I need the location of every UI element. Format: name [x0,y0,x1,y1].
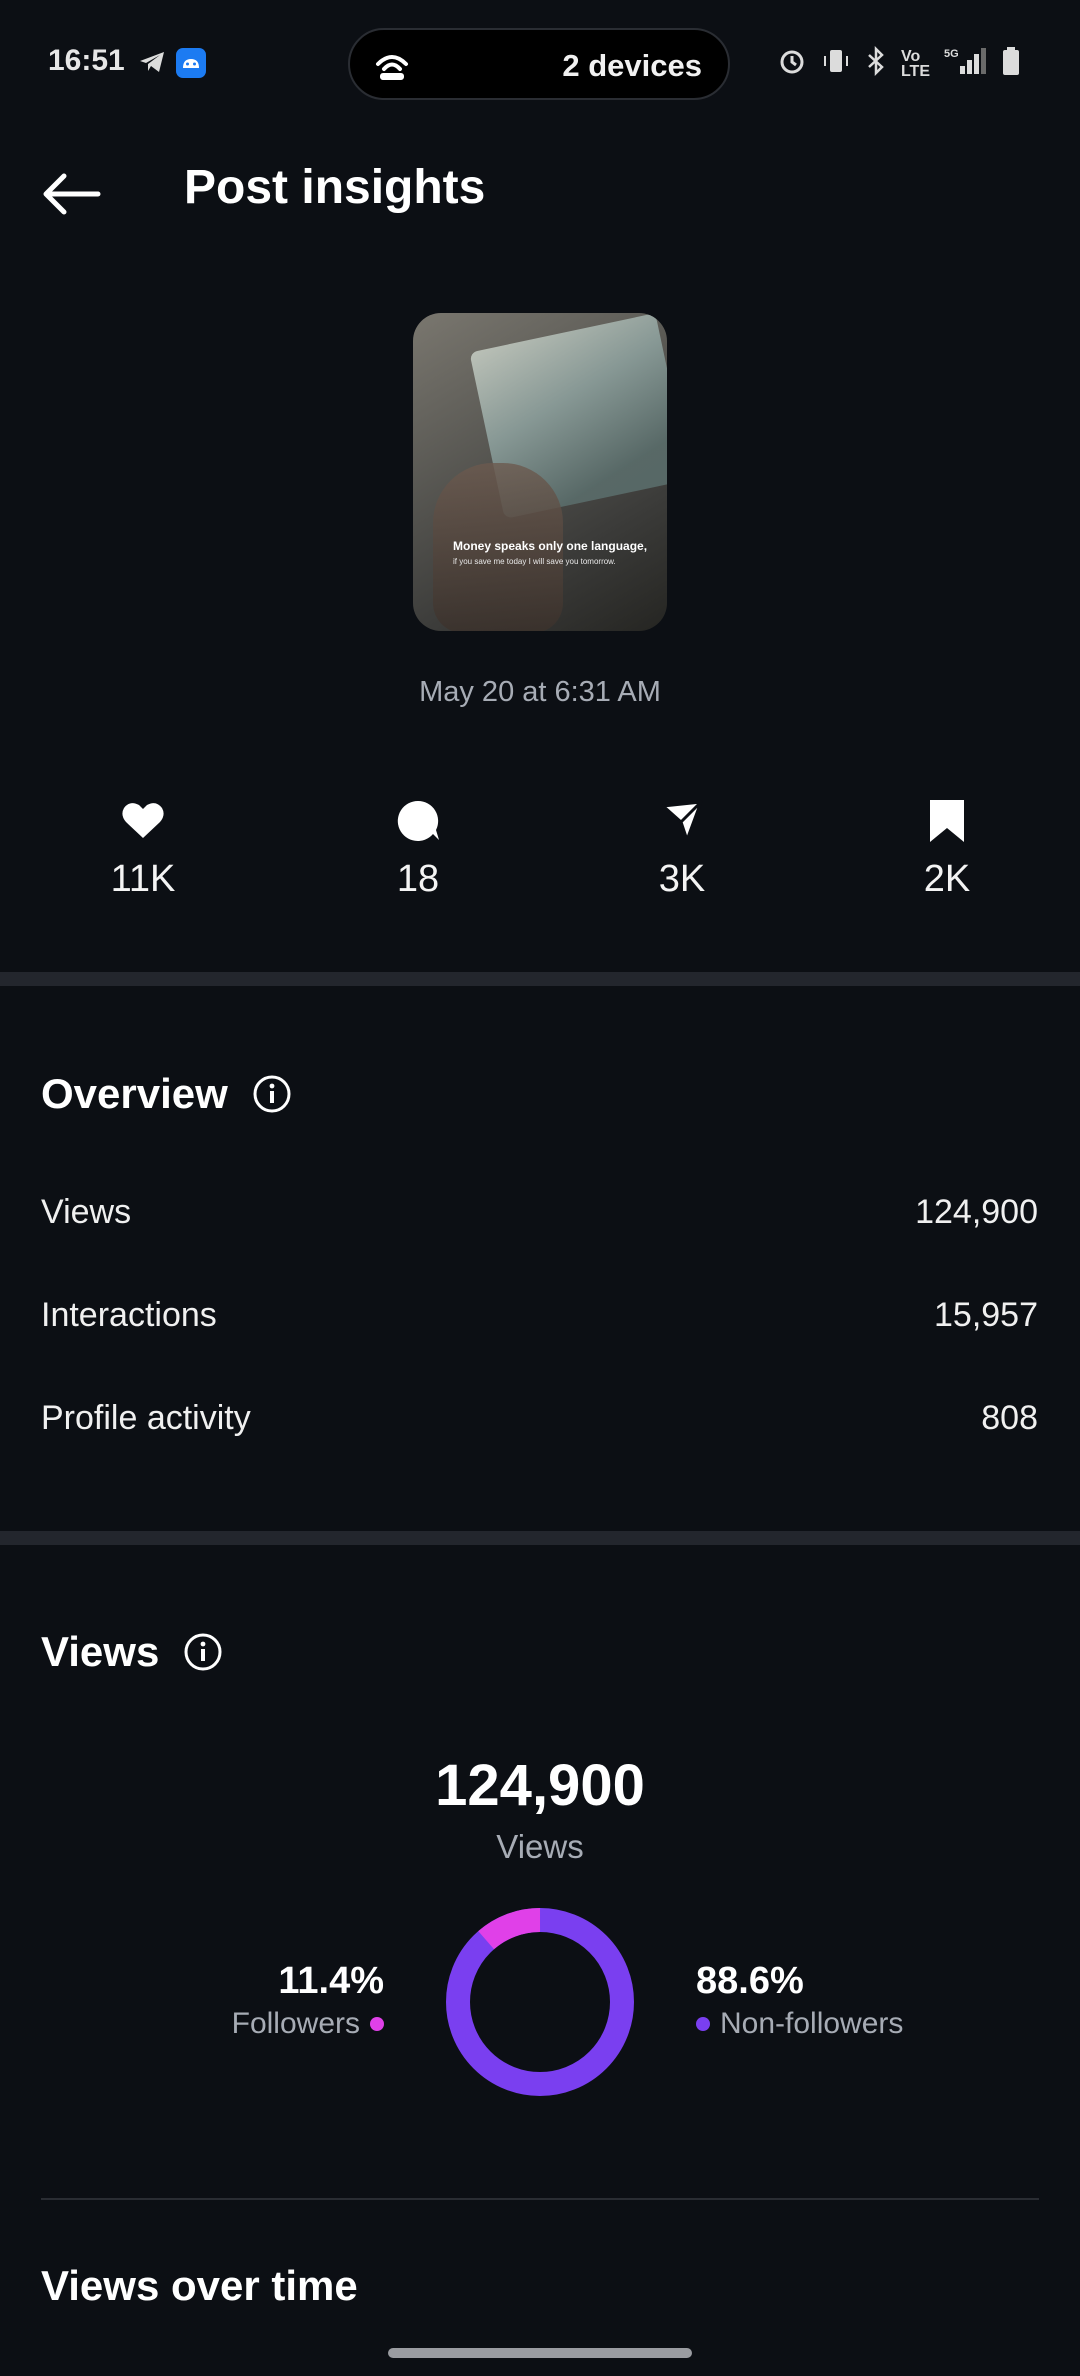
shares-stat: 3K [592,798,772,901]
overview-row-profile-activity-label: Profile activity [41,1399,251,1437]
heart-icon [120,798,166,844]
battery-icon [1002,46,1020,82]
page-title: Post insights [184,161,486,214]
overview-row-views-value: 124,900 [915,1193,1038,1231]
home-indicator[interactable] [388,2348,692,2358]
comment-icon [395,798,441,844]
likes-count: 11K [110,858,176,900]
post-thumbnail[interactable]: Money speaks only one language, if you s… [413,313,667,631]
info-icon[interactable] [183,1632,223,1672]
connected-devices-pill[interactable]: 2 devices [348,28,730,100]
overview-row-interactions-label: Interactions [41,1296,217,1334]
overview-row-views-label: Views [41,1193,132,1231]
overview-row-interactions-value: 15,957 [934,1296,1038,1334]
5g-signal-icon: 5G [944,46,988,82]
thumbnail-caption-1: Money speaks only one language, [453,539,648,553]
post-date: May 20 at 6:31 AM [419,676,661,708]
views-title: Views [41,1628,160,1675]
comments-stat: 18 [328,798,508,901]
status-icons: Vo LTE 5G [777,45,1020,82]
vibrate-icon [821,46,851,82]
views-donut-chart [446,1908,634,2096]
hotspot-icon [372,46,412,86]
android-icon [176,48,206,78]
volte-icon: Vo LTE [900,48,930,80]
share-icon [659,798,705,844]
overview-row-profile-activity-value: 808 [981,1399,1038,1437]
svg-text:5G: 5G [944,48,959,60]
saves-stat: 2K [857,798,1037,901]
nonfollowers-summary: 88.6% Non-followers [696,1960,903,2041]
overview-title: Overview [41,1070,228,1117]
shares-count: 3K [658,858,706,900]
saves-count: 2K [923,858,971,900]
views-total-label: Views [496,1828,584,1865]
followers-legend-dot [370,2017,384,2031]
alarm-icon [777,46,807,82]
donut-nonfollowers-segment [446,1908,634,2096]
nonfollowers-percent: 88.6% [696,1960,804,2002]
bluetooth-icon [865,45,887,82]
views-header: Views [41,1628,223,1676]
views-total: 124,900 [435,1753,645,1818]
telegram-icon [138,50,166,79]
likes-stat: 11K [53,798,233,901]
thumbnail-caption-2: if you save me today I will save you tom… [453,557,616,566]
followers-summary: 11.4% Followers [232,1960,384,2041]
status-time: 16:51 [48,44,125,77]
devices-count: 2 devices [562,48,702,83]
overview-header: Overview [41,1070,292,1118]
section-separator [41,2198,1039,2200]
bookmark-icon [924,798,970,844]
followers-label: Followers [231,2007,360,2040]
views-over-time-title: Views over time [41,2262,358,2309]
section-divider [0,972,1080,986]
nonfollowers-legend-dot [696,2017,710,2031]
info-icon[interactable] [252,1074,292,1114]
followers-percent: 11.4% [278,1960,384,2002]
comments-count: 18 [396,858,440,900]
nonfollowers-label: Non-followers [720,2007,904,2040]
back-arrow-icon[interactable] [40,172,102,216]
section-divider [0,1531,1080,1545]
